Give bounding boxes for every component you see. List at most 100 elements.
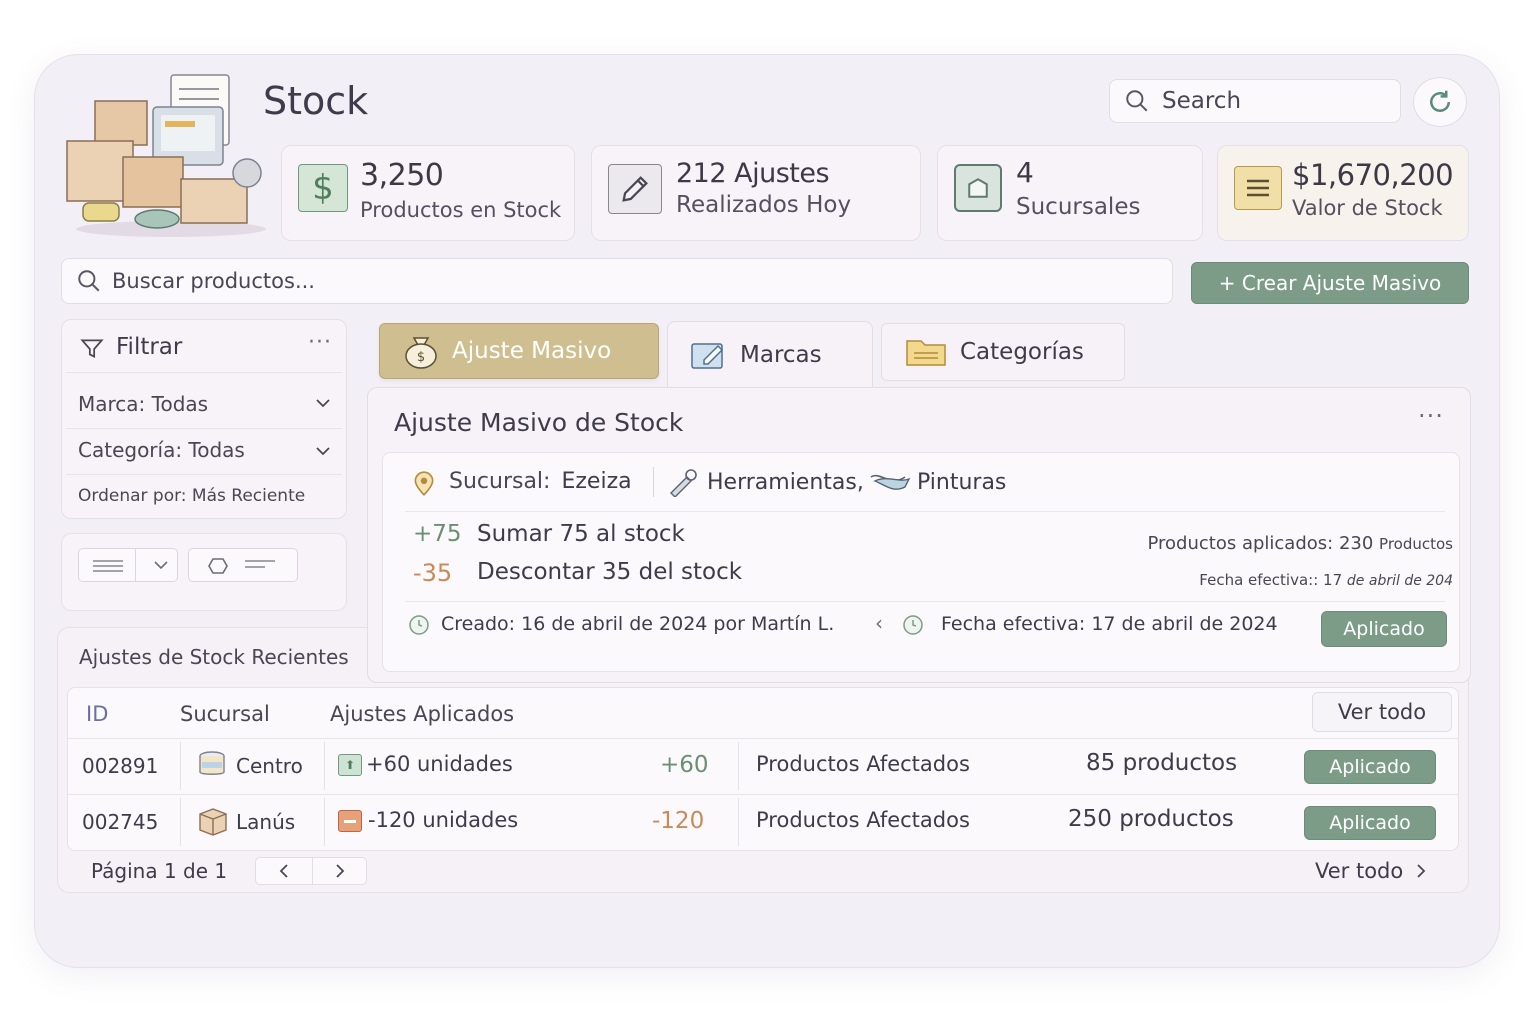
category-tag-tools: Herramientas, [707,470,864,495]
stat-label-stock: Valor de Stock [1292,196,1443,220]
product-search-placeholder: Buscar productos... [112,269,315,293]
view-all-button[interactable]: Ver todo [1312,692,1452,732]
chevron-down-icon [314,396,332,410]
pagination-controls [255,857,367,885]
stat-value-stock: $1,670,200 [1292,158,1454,192]
effective-date-rest: de abril de 204 [1346,573,1453,589]
clock-icon [901,613,925,637]
branch-value: Ezeiza [561,469,632,494]
stat-value-adjustments: 212 Ajustes [676,158,830,189]
tab-ajuste-masivo[interactable]: $ Ajuste Masivo [379,323,659,379]
decrease-icon [338,810,362,832]
folder-icon [904,335,948,369]
recent-title: Ajustes de Stock Recientes [79,645,349,669]
product-search-input[interactable]: Buscar productos... [61,258,1173,304]
stat-value-branches: 4 [1016,156,1034,189]
row-affected-label: Productos Afectados [756,752,970,776]
row-units: +60 unidades [366,752,513,776]
tab-label: Marcas [740,341,822,368]
bulk-adjustment-panel: Ajuste Masivo de Stock ··· Sucursal: Eze… [367,387,1471,683]
tag-icon [688,338,728,372]
stat-label-adjustments: Realizados Hoy [676,192,852,218]
next-page-button[interactable] [312,858,368,884]
effective-date-short: Fecha efectiva:: 17 de abril de 204 [1199,571,1453,589]
search-box[interactable]: Search [1109,79,1401,123]
footer-view-all-label: Ver todo [1315,859,1404,883]
products-applied: Productos aplicados: 230 Productos [1147,533,1453,554]
paint-bucket-icon [196,750,228,780]
row-delta: +60 [660,752,709,778]
table-row[interactable]: 002745 Lanús -120 unidades -120 Producto… [68,794,1458,850]
panel-title: Ajuste Masivo de Stock [394,408,684,437]
table-row[interactable]: 002891 Centro ⬆ +60 unidades +60 Product… [68,738,1458,794]
page-title: Stock [263,79,369,123]
column-header-branch: Sucursal [180,702,270,726]
effective-date-full: Fecha efectiva: 17 de abril de 2024 [941,613,1278,635]
created-info: Creado: 16 de abril de 2024 por Martín L… [441,613,835,635]
row-branch: Centro [236,754,303,778]
row-affected-count: 85 productos [1086,750,1238,776]
increase-icon: ⬆ [338,754,362,776]
create-bulk-adjustment-button[interactable]: + Crear Ajuste Masivo [1191,262,1469,304]
store-icon [954,164,1002,212]
stat-label-branches: Sucursales [1016,194,1141,220]
app-window: Stock Search $ 3,250 Productos en Stock … [34,54,1500,968]
sort-dropdown[interactable]: Ordenar por: Más Reciente [78,486,305,506]
pagination-label: Página 1 de 1 [91,859,228,883]
footer-view-all-link[interactable]: Ver todo [1315,859,1427,883]
tools-icon [665,467,699,497]
chevron-right-icon [336,864,345,878]
stat-card-branches: 4 Sucursales [937,145,1203,241]
tab-label: Ajuste Masivo [452,338,612,364]
branch-label-text: Sucursal: [449,469,551,494]
grid-view-button[interactable] [188,548,298,582]
row-affected-count: 250 productos [1068,806,1234,832]
search-icon [76,268,102,294]
boxes-illustration [61,69,271,239]
category-dropdown[interactable]: Categoría: Todas [78,438,245,462]
box-icon [196,806,230,836]
refresh-icon [1425,87,1455,117]
row-affected-label: Productos Afectados [756,808,970,832]
brand-dropdown[interactable]: Marca: Todas [78,392,208,416]
filter-more-icon[interactable]: ··· [308,330,332,355]
chevron-left-icon [279,864,288,878]
filter-icon [78,336,106,362]
list-view-button[interactable] [78,548,178,582]
row-branch: Lanús [236,810,296,834]
recent-adjustments-table: ID Sucursal Ajustes Aplicados Ver todo 0… [67,687,1459,851]
effective-date-label: Fecha efectiva:: [1199,571,1319,589]
stat-value-products: 3,250 [360,158,444,193]
search-placeholder: Search [1162,88,1242,114]
effective-date-day: 17 [1323,571,1343,589]
stat-card-value: $1,670,200 Valor de Stock [1217,145,1469,241]
panel-more-icon[interactable]: ··· [1418,402,1444,430]
products-applied-unit: Productos [1379,535,1453,553]
row-id: 002745 [82,810,159,834]
products-applied-label: Productos aplicados: [1147,533,1334,554]
paint-icon [869,469,913,497]
chevron-down-icon [154,561,168,570]
stat-label-products: Productos en Stock [360,198,562,222]
tab-label: Categorías [960,339,1084,365]
prev-page-button[interactable] [256,858,312,884]
dollar-icon: $ [298,164,348,212]
stat-card-adjustments: 212 Ajustes Realizados Hoy [591,145,921,241]
row-delta: -120 [652,808,705,834]
branch-label: Sucursal: Ezeiza [449,469,632,494]
pencil-icon [608,164,662,214]
search-icon [1124,88,1150,114]
money-bag-icon: $ [400,332,442,370]
stat-card-products: $ 3,250 Productos en Stock [281,145,575,241]
tab-categorias[interactable]: Categorías [881,323,1125,381]
list-icon [1234,166,1282,210]
add-description: Sumar 75 al stock [477,521,685,547]
svg-text:$: $ [417,350,425,365]
status-badge[interactable]: Aplicado [1321,611,1447,647]
status-badge[interactable]: Aplicado [1304,750,1436,784]
refresh-button[interactable] [1413,77,1467,127]
products-applied-value: 230 [1338,533,1374,554]
tab-marcas[interactable]: Marcas [667,321,873,387]
status-badge[interactable]: Aplicado [1304,806,1436,840]
location-pin-icon [411,469,437,497]
